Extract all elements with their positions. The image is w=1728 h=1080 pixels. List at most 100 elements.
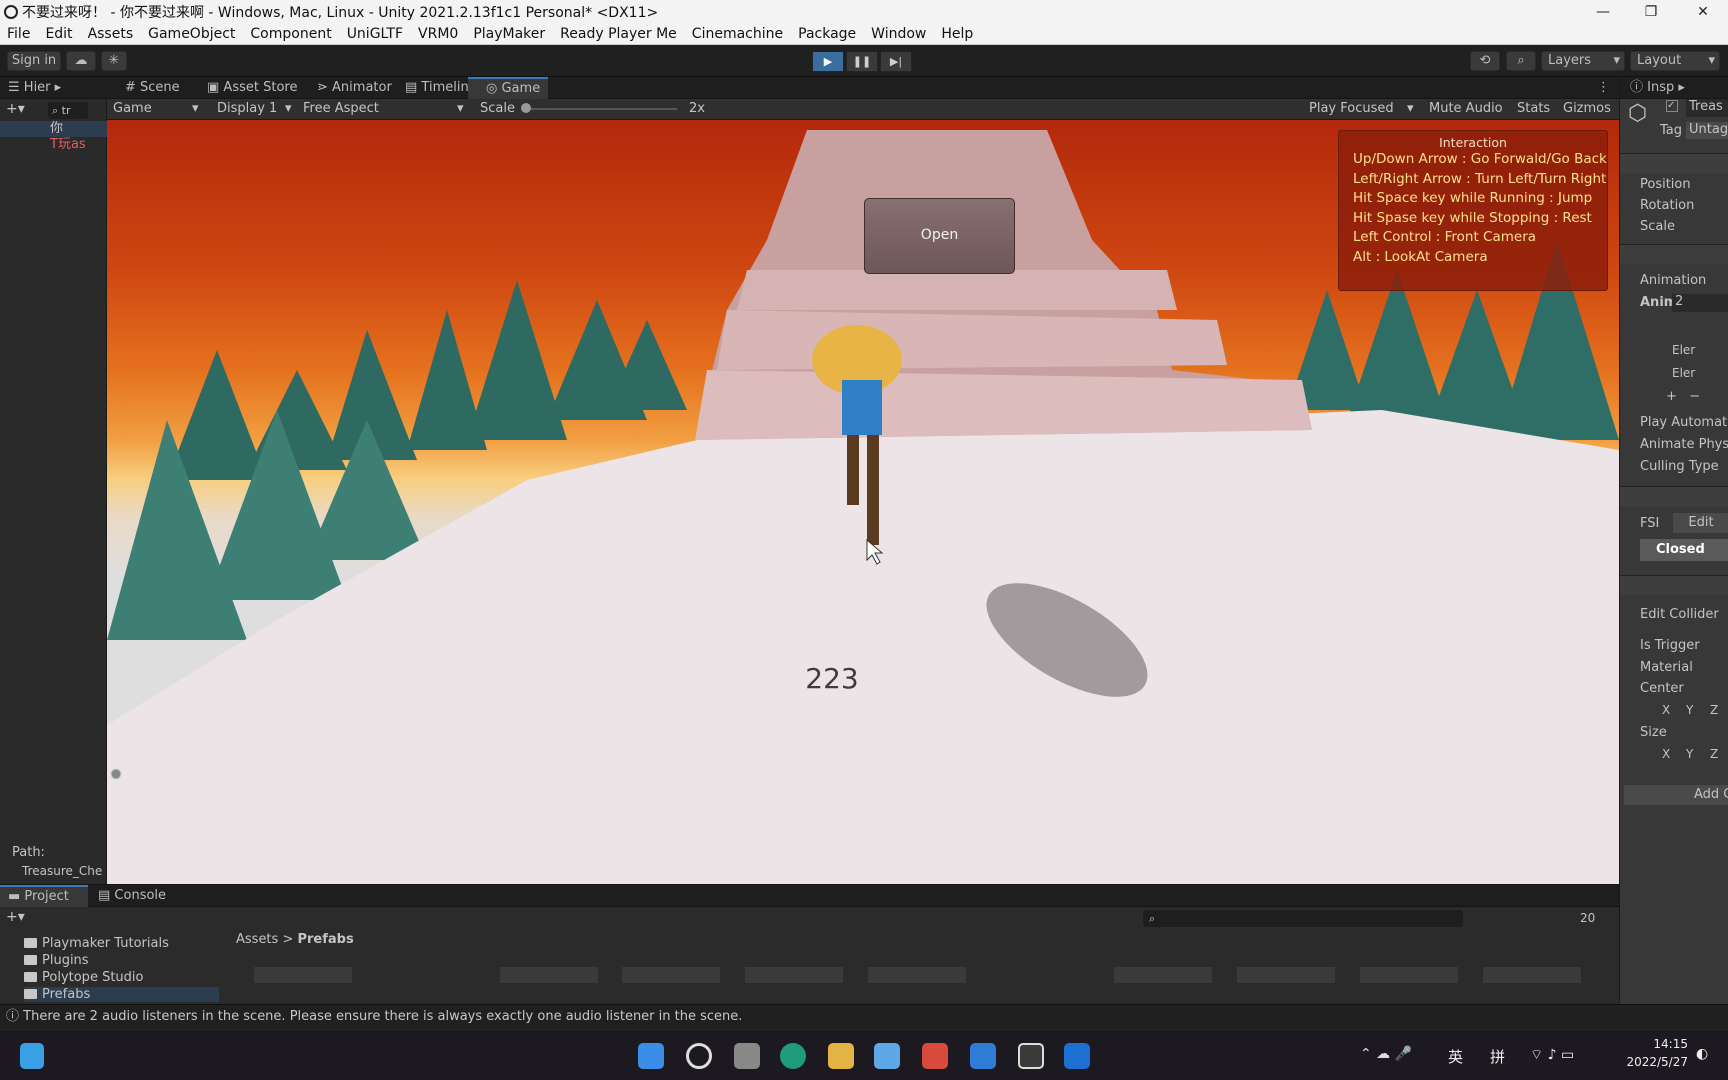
fsm-state-closed[interactable]: Closed [1640,539,1728,561]
pause-button[interactable]: ❚❚ [846,51,878,72]
hierarchy-row[interactable]: T玩as [0,137,107,153]
menu-vrm0[interactable]: VRM0 [411,26,466,42]
asset-thumbnail[interactable] [1360,967,1458,983]
menu-playmaker[interactable]: PlayMaker [466,26,553,42]
menu-window[interactable]: Window [864,26,934,42]
tab-inspector[interactable]: ⓘ Insp ▸ [1620,77,1685,99]
wps-icon[interactable] [922,1043,948,1069]
list-add-icon[interactable]: + − [1666,389,1700,404]
menu-component[interactable]: Component [243,26,339,42]
menu-package[interactable]: Package [791,26,864,42]
tab-asset-store[interactable]: ▣ Asset Store [189,77,297,99]
game-mode-dropdown[interactable]: Game [113,101,152,116]
collab-icon[interactable]: ✳ [101,51,127,71]
menu-unigltf[interactable]: UniGLTF [340,26,411,42]
layers-dropdown[interactable]: Layers ▾ [1541,51,1625,71]
unity-icon[interactable] [1018,1043,1044,1069]
asset-thumbnail[interactable] [1483,967,1581,983]
menu-cinemachine[interactable]: Cinemachine [685,26,791,42]
game-render[interactable]: Interaction Up/Down Arrow : Go Forwald/G… [107,120,1619,884]
asset-thumbnail[interactable] [745,967,843,983]
tab-animator[interactable]: ⋗ Animator [299,77,392,99]
breadcrumb-root[interactable]: Assets [236,932,278,947]
menu-gameobject[interactable]: GameObject [141,26,243,42]
scale-slider-handle[interactable] [521,103,531,113]
tab-hierarchy[interactable]: ☰ Hier ▸ [0,77,61,99]
tab-scene[interactable]: # Scene [107,77,180,99]
asset-thumbnail[interactable] [254,967,352,983]
show-desktop-icon[interactable] [20,1043,44,1069]
tab-project[interactable]: ▬ Project [0,885,88,907]
open-button[interactable]: Open [864,198,1015,274]
animation-header[interactable] [1620,244,1728,264]
add-component-button[interactable]: Add C [1624,785,1728,805]
close-button[interactable]: ✕ [1680,0,1726,24]
menu-help[interactable]: Help [934,26,981,42]
folder-item[interactable]: Polytope Studio [24,970,143,985]
asset-thumbnail[interactable] [500,967,598,983]
mute-audio-button[interactable]: Mute Audio [1429,101,1503,116]
project-search-input[interactable]: ⌕ [1143,910,1463,927]
tag-dropdown[interactable]: Untag [1686,122,1728,139]
tab-console[interactable]: ▤ Console [92,885,166,907]
asset-thumbnail[interactable] [868,967,966,983]
gizmos-dropdown[interactable]: Gizmos [1563,101,1611,116]
search-icon[interactable] [686,1043,712,1069]
menu-ready-player-me[interactable]: Ready Player Me [553,26,685,42]
tab-game[interactable]: ◎ Game [468,77,548,99]
cloud-icon[interactable]: ☁ [66,51,96,71]
transform-header[interactable] [1620,153,1728,173]
maximize-button[interactable]: ❐ [1628,0,1674,24]
aspect-dropdown[interactable]: Free Aspect [303,101,379,116]
clock-date[interactable]: 2022/5/27 [1612,1055,1688,1069]
box-collider-header[interactable] [1620,575,1728,595]
anim-count-field[interactable]: 2 [1672,294,1728,312]
app-icon[interactable] [874,1043,900,1069]
sign-in-button[interactable]: Sign in [7,51,61,71]
scale-slider-track[interactable] [527,108,677,110]
mail-icon[interactable] [970,1043,996,1069]
tray-icons[interactable]: ⌃ ☁ 🎤 [1360,1046,1412,1062]
asset-thumbnail[interactable] [1114,967,1212,983]
clock-time[interactable]: 14:15 [1640,1037,1688,1051]
ime-language[interactable]: 英 [1448,1046,1463,1067]
file-explorer-icon[interactable] [828,1043,854,1069]
breadcrumb-current[interactable]: Prefabs [297,932,353,947]
play-focused-dropdown[interactable]: Play Focused [1309,101,1394,116]
start-icon[interactable] [638,1043,664,1069]
object-name-field[interactable]: Treas [1686,99,1728,117]
menu-assets[interactable]: Assets [81,26,142,42]
task-view-icon[interactable] [734,1043,760,1069]
hierarchy-row[interactable]: 你 [0,121,107,137]
notification-icon[interactable]: ◐ [1696,1046,1708,1062]
whiteboard-icon[interactable] [1064,1043,1090,1069]
display-dropdown[interactable]: Display 1 [217,101,277,116]
folder-item-selected[interactable]: Prefabs [24,987,219,1002]
folder-item[interactable]: Plugins [24,953,89,968]
add-icon[interactable]: +▾ [6,101,25,117]
menu-edit[interactable]: Edit [38,26,80,42]
folder-item[interactable]: Playmaker Tutorials [24,936,169,951]
tab-timeline[interactable]: ▤ Timeline [387,77,477,99]
hierarchy-search-input[interactable]: ⌕ tr [48,102,88,119]
asset-thumbnail[interactable] [622,967,720,983]
active-checkbox[interactable]: ✓ [1666,100,1678,112]
fsm-header[interactable] [1620,486,1728,506]
layout-dropdown[interactable]: Layout ▾ [1630,51,1720,71]
fsm-edit-button[interactable]: Edit [1673,513,1728,533]
history-icon[interactable]: ⟲ [1470,51,1500,71]
project-panel: ▬ Project ▤ Console +▾ ⌕ 20 Playmaker Tu… [0,884,1619,1004]
stats-button[interactable]: Stats [1517,101,1550,116]
search-icon[interactable]: ⌕ [1506,51,1536,71]
step-button[interactable]: ▶| [880,51,912,72]
status-message[interactable]: There are 2 audio listeners in the scene… [23,1009,742,1024]
system-status-icons[interactable]: ⌔ ♪ ▭ [1530,1046,1574,1064]
menu-file[interactable]: File [0,26,38,42]
asset-thumbnail[interactable] [1237,967,1335,983]
minimize-button[interactable]: — [1580,0,1626,24]
ime-mode[interactable]: 拼 [1490,1046,1505,1067]
play-button[interactable]: ▶ [812,51,844,72]
create-add-icon[interactable]: +▾ [6,909,25,925]
edge-icon[interactable] [780,1043,806,1069]
more-menu-icon[interactable]: ⋮ [1597,77,1610,99]
